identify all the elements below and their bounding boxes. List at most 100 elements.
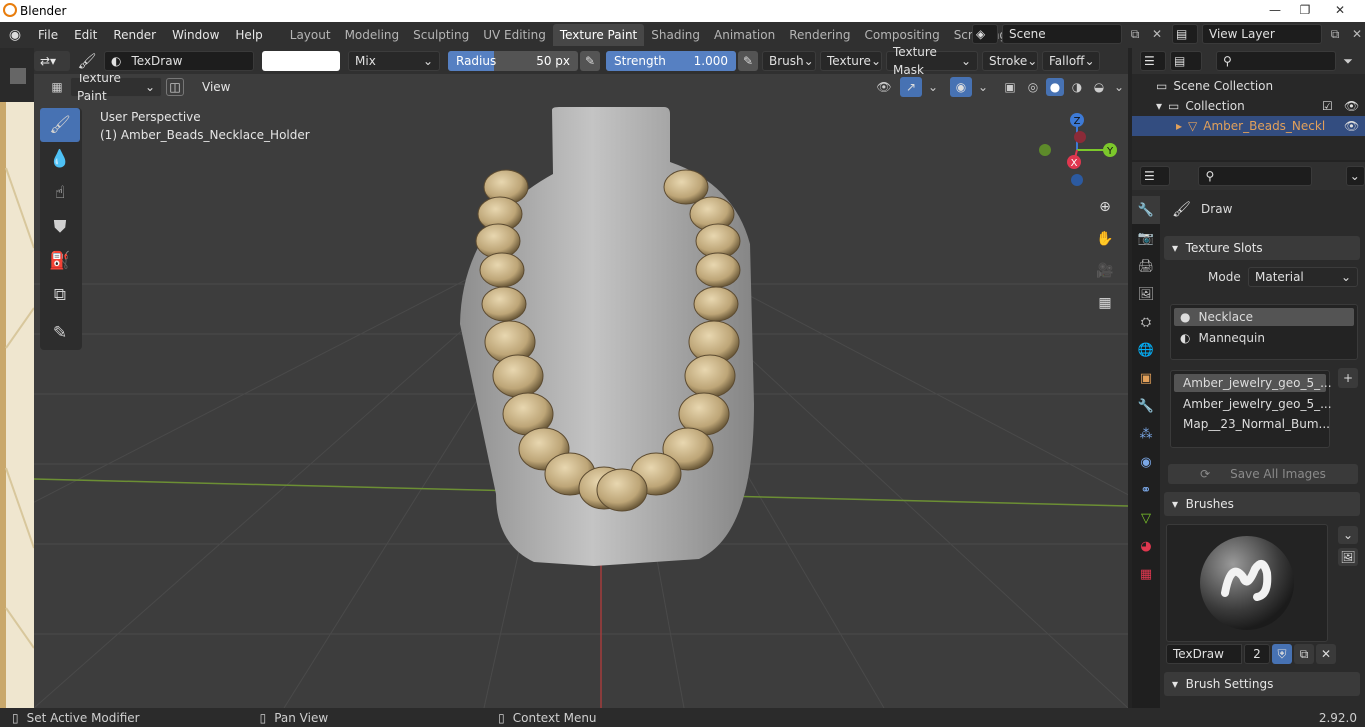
outliner-row-object[interactable]: ▸ ▽ Amber_Beads_Neckl 👁 xyxy=(1132,116,1365,136)
fill-tool-icon[interactable]: ⛽ xyxy=(40,244,80,278)
xray-icon[interactable]: ▣ xyxy=(1000,80,1020,94)
view-object-types-icon[interactable]: 👁 xyxy=(872,80,896,94)
options-dropdown-icon[interactable]: ⌄ xyxy=(1345,166,1365,186)
tab-layout[interactable]: Layout xyxy=(283,24,338,46)
outliner-search-input[interactable]: ⚲ xyxy=(1216,51,1336,71)
chevron-down-icon[interactable]: ⌄ xyxy=(1338,526,1358,544)
brush-settings-panel-header[interactable]: ▾ Brush Settings xyxy=(1164,672,1360,696)
image-slot-item[interactable]: Amber_jewelry_geo_5_... xyxy=(1174,395,1332,413)
menu-edit[interactable]: Edit xyxy=(66,22,105,48)
exclude-checkbox-icon[interactable]: ☑ xyxy=(1322,99,1333,113)
mask-tool-icon[interactable]: ⧉ xyxy=(40,278,80,312)
material-tab-icon[interactable]: ◕ xyxy=(1132,532,1160,560)
new-scene-icon[interactable]: ⧉ xyxy=(1126,27,1144,42)
material-item-mannequin[interactable]: ◐ Mannequin xyxy=(1174,329,1354,347)
render-tab-icon[interactable]: 📷 xyxy=(1132,224,1160,252)
material-shading-icon[interactable]: ◑ xyxy=(1068,80,1086,94)
duplicate-icon[interactable]: ⧉ xyxy=(1294,644,1314,664)
overlays-icon[interactable]: ◉ xyxy=(950,77,972,97)
neg-x-axis-icon[interactable] xyxy=(1074,131,1086,143)
object-tab-icon[interactable]: ▣ xyxy=(1132,364,1160,392)
gizmo-toggle-icon[interactable]: ↗ xyxy=(900,77,922,97)
blend-mode-dropdown[interactable]: Mix ⌄ xyxy=(348,51,440,71)
editor-type-icon[interactable]: ▦ xyxy=(44,77,70,97)
physics-tab-icon[interactable]: ◉ xyxy=(1132,448,1160,476)
constraints-tab-icon[interactable]: ⚭ xyxy=(1132,476,1160,504)
particles-tab-icon[interactable]: ⁂ xyxy=(1132,420,1160,448)
properties-search-input[interactable]: ⚲ xyxy=(1198,166,1312,186)
navigation-gizmo[interactable]: Z Y X xyxy=(1032,110,1122,200)
mode-dropdown[interactable]: Texture Paint ⌄ xyxy=(70,74,162,103)
new-view-layer-icon[interactable]: ⧉ xyxy=(1326,27,1344,42)
fake-user-shield-icon[interactable]: ⛨ xyxy=(1272,644,1292,664)
view-layer-selector-icon[interactable]: ▤ xyxy=(1172,24,1198,44)
tab-texture-paint[interactable]: Texture Paint xyxy=(552,24,645,46)
pressure-radius-icon[interactable]: ✎ xyxy=(580,51,600,71)
chevron-down-icon[interactable]: ⌄ xyxy=(1112,80,1126,94)
brush-users-count[interactable]: 2 xyxy=(1244,644,1270,664)
brush-color-swatch[interactable] xyxy=(262,51,340,71)
close-button[interactable]: ✕ xyxy=(1325,0,1355,20)
draw-tool-icon[interactable]: 🖌 xyxy=(40,108,80,142)
tab-sculpting[interactable]: Sculpting xyxy=(406,24,476,46)
display-mode-icon[interactable]: ▤ xyxy=(1170,51,1202,71)
zoom-icon[interactable]: ⊕ xyxy=(1092,194,1118,220)
scene-field[interactable]: Scene xyxy=(1002,24,1122,44)
tool-tab-icon[interactable]: 🔧 xyxy=(1132,196,1160,224)
blender-menu-icon[interactable]: ◉ xyxy=(0,22,30,48)
scene-selector-icon[interactable]: ◈ xyxy=(972,24,998,44)
modifier-tab-icon[interactable]: 🔧 xyxy=(1132,392,1160,420)
brush-name-field[interactable]: TexDraw xyxy=(1166,644,1242,664)
minimize-button[interactable]: — xyxy=(1260,0,1290,20)
save-all-images-button[interactable]: ⟳ Save All Images xyxy=(1168,464,1358,484)
soften-tool-icon[interactable]: 💧 xyxy=(40,142,80,176)
pan-hand-icon[interactable]: ✋ xyxy=(1092,226,1118,252)
smear-tool-icon[interactable]: ☝ xyxy=(40,176,80,210)
wireframe-shading-icon[interactable]: ◎ xyxy=(1024,80,1042,94)
rendered-shading-icon[interactable]: ◒ xyxy=(1090,80,1108,94)
add-slot-button[interactable]: + xyxy=(1338,368,1358,388)
delete-scene-icon[interactable]: ✕ xyxy=(1148,27,1166,41)
scene-tab-icon[interactable]: ⛭ xyxy=(1132,308,1160,336)
texture-menu[interactable]: Texture ⌄ xyxy=(820,51,882,71)
properties-editor-icon[interactable]: ☰ xyxy=(1140,166,1171,186)
view-layer-tab-icon[interactable]: 🖼 xyxy=(1132,280,1160,308)
menu-help[interactable]: Help xyxy=(227,22,270,48)
image-icon[interactable]: 🖼 xyxy=(1338,548,1358,566)
tab-animation[interactable]: Animation xyxy=(707,24,782,46)
image-slot-item[interactable]: Map__23_Normal_Bum... xyxy=(1174,415,1330,433)
maximize-button[interactable]: ❐ xyxy=(1290,0,1320,20)
expand-arrow-icon[interactable]: ▸ xyxy=(1176,119,1182,133)
data-tab-icon[interactable]: ▽ xyxy=(1132,504,1160,532)
image-slot-item[interactable]: Amber_jewelry_geo_5_... xyxy=(1174,374,1332,392)
outliner-row-scene-collection[interactable]: ▭ Scene Collection xyxy=(1132,76,1365,96)
expand-arrow-icon[interactable]: ▾ xyxy=(1156,99,1162,113)
world-tab-icon[interactable]: 🌐 xyxy=(1132,336,1160,364)
tool-selector-icon[interactable]: ⇄▾ xyxy=(34,51,70,71)
tab-uv-editing[interactable]: UV Editing xyxy=(476,24,553,46)
3d-viewport[interactable]: ▦ Texture Paint ⌄ ◫ View 👁 ↗ ⌄ ◉ ⌄ ▣ ◎ ● … xyxy=(34,74,1128,708)
tab-rendering[interactable]: Rendering xyxy=(782,24,857,46)
menu-window[interactable]: Window xyxy=(164,22,227,48)
radius-slider[interactable]: Radius 50 px xyxy=(448,51,578,71)
camera-icon[interactable]: 🎥 xyxy=(1092,258,1118,284)
strength-slider[interactable]: Strength 1.000 xyxy=(606,51,736,71)
tab-shading[interactable]: Shading xyxy=(644,24,707,46)
mode-dropdown[interactable]: Material ⌄ xyxy=(1248,267,1358,287)
solid-shading-icon[interactable]: ● xyxy=(1046,78,1064,96)
outliner-row-collection[interactable]: ▾ ▭ Collection ☑ 👁 xyxy=(1132,96,1365,116)
paint-mask-icon[interactable]: ◫ xyxy=(166,78,184,96)
visibility-eye-icon[interactable]: 👁 xyxy=(1344,119,1359,133)
chevron-down-icon[interactable]: ⌄ xyxy=(926,80,940,94)
unlink-icon[interactable]: ✕ xyxy=(1316,644,1336,664)
grid-icon[interactable]: ▦ xyxy=(1092,290,1118,316)
brush-name-field[interactable]: ◐ TexDraw xyxy=(104,51,254,71)
view-layer-field[interactable]: View Layer xyxy=(1202,24,1322,44)
stroke-menu[interactable]: Stroke ⌄ xyxy=(982,51,1038,71)
delete-view-layer-icon[interactable]: ✕ xyxy=(1348,27,1365,41)
brushes-panel-header[interactable]: ▾ Brushes xyxy=(1164,492,1360,516)
neg-y-axis-icon[interactable] xyxy=(1039,144,1051,156)
menu-render[interactable]: Render xyxy=(105,22,164,48)
annotate-tool-icon[interactable]: ✎ xyxy=(40,316,80,350)
view-menu[interactable]: View xyxy=(194,74,238,100)
